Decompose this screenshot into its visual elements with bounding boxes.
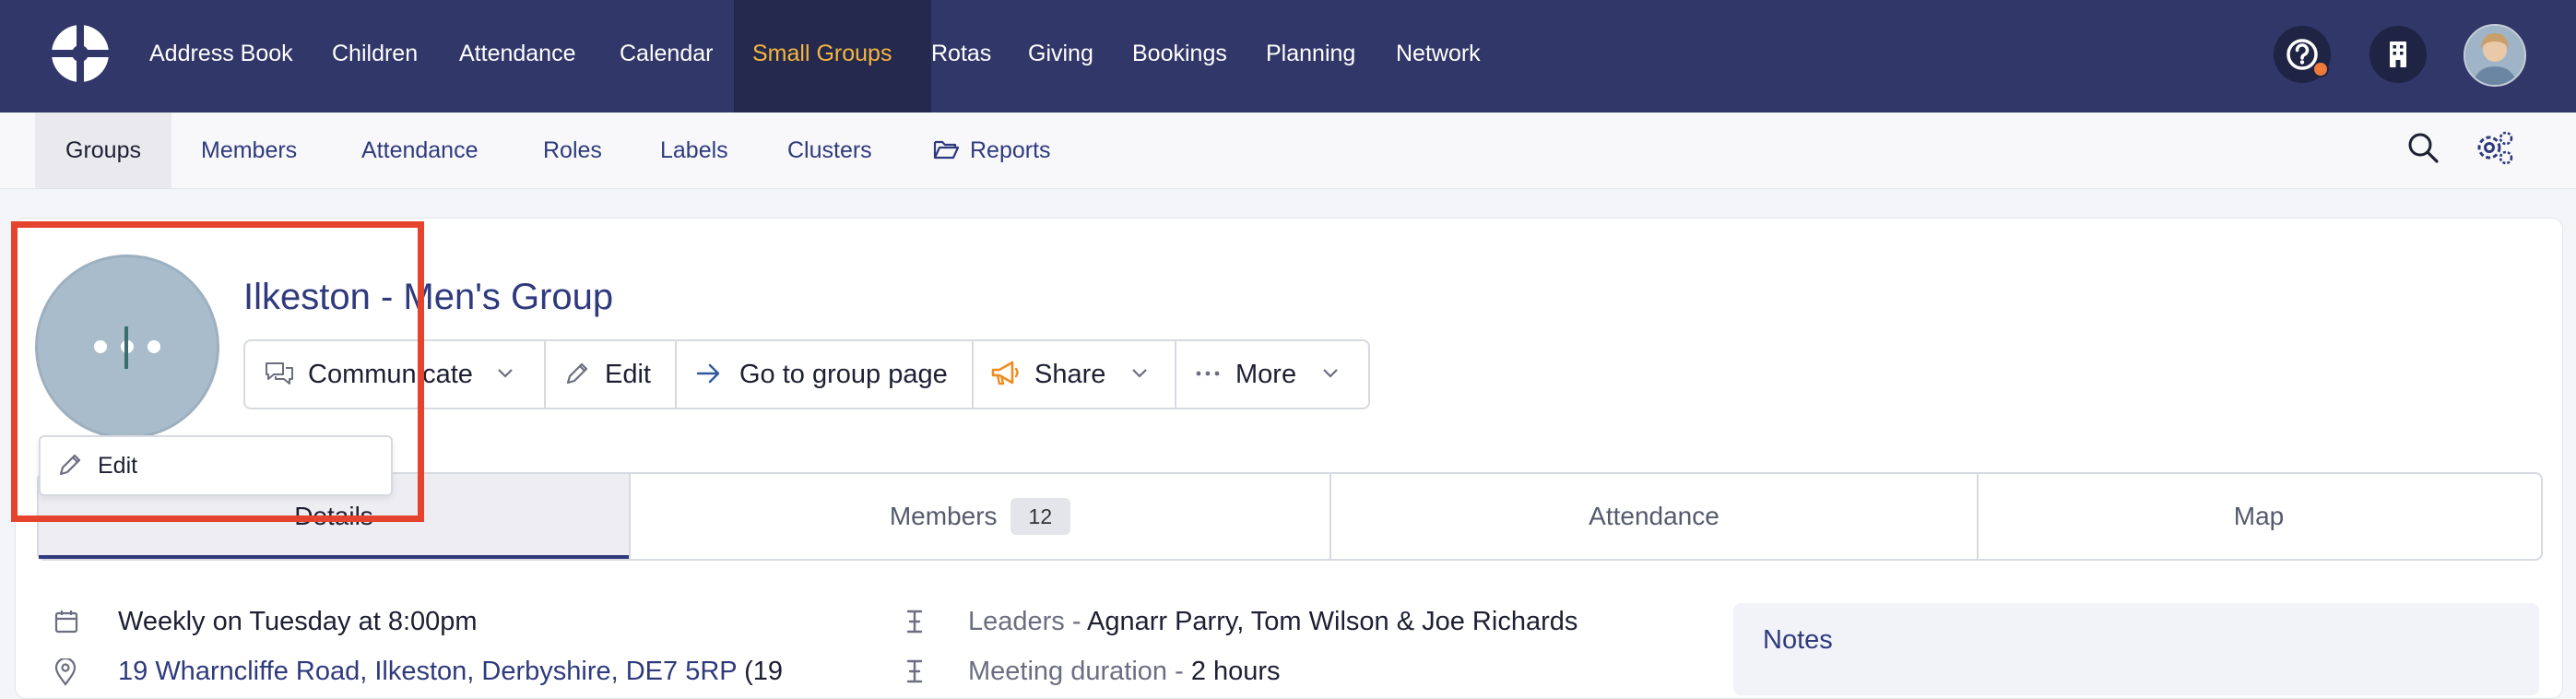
folder-open-icon [933, 141, 959, 160]
edit-label: Edit [605, 360, 651, 389]
app-logo-icon[interactable] [49, 22, 112, 85]
group-avatar-placeholder-icon [94, 326, 160, 369]
edit-group-button[interactable]: Edit [564, 341, 651, 408]
share-label: Share [1034, 360, 1106, 389]
subnav-members[interactable]: Members [201, 113, 297, 188]
ellipsis-icon [1196, 371, 1220, 376]
action-divider [544, 341, 546, 408]
nav-bookings[interactable]: Bookings [1132, 0, 1227, 113]
search-icon [2408, 133, 2439, 163]
more-label: More [1235, 360, 1297, 389]
leader-icon [906, 610, 923, 634]
group-title: Ilkeston - Men's Group [243, 277, 614, 317]
subnav-clusters[interactable]: Clusters [787, 113, 872, 188]
nav-children[interactable]: Children [332, 0, 418, 113]
notification-dot [2312, 61, 2329, 77]
duration-label: Meeting duration - [968, 657, 1191, 686]
chat-bubbles-icon [266, 362, 293, 385]
organisation-button[interactable] [2369, 26, 2427, 83]
location-pin-icon [54, 658, 77, 686]
nav-network[interactable]: Network [1396, 0, 1481, 113]
megaphone-icon [991, 361, 1019, 385]
nav-calendar[interactable]: Calendar [620, 0, 713, 113]
subnav-labels[interactable]: Labels [660, 113, 728, 188]
pencil-icon [566, 363, 588, 385]
nav-address-book[interactable]: Address Book [149, 0, 293, 113]
tab-attendance[interactable]: Attendance [1331, 474, 1977, 559]
notes-panel: Notes [1733, 603, 2539, 695]
go-to-group-page-label: Go to group page [739, 360, 948, 389]
subnav-roles[interactable]: Roles [543, 113, 602, 188]
action-divider [1175, 341, 1176, 408]
subnav-reports-label: Reports [970, 137, 1051, 163]
communicate-label: Communicate [308, 360, 473, 389]
secondary-nav-bar: Groups Members Attendance Roles Labels C… [0, 113, 2576, 189]
communicate-button[interactable]: Communicate [264, 341, 514, 408]
share-button[interactable]: Share [990, 341, 1148, 408]
nav-attendance[interactable]: Attendance [459, 0, 576, 113]
action-divider [972, 341, 974, 408]
group-action-bar: Communicate Edit Go to group page Share [243, 339, 1370, 409]
leaders-label: Leaders - [968, 607, 1087, 636]
duration-icon [906, 659, 923, 683]
search-button[interactable] [2405, 129, 2441, 166]
arrow-right-icon [696, 364, 720, 384]
address-link[interactable]: 19 Wharncliffe Road, Ilkeston, Derbyshir… [118, 657, 737, 686]
nav-rotas[interactable]: Rotas [931, 0, 991, 113]
tab-map[interactable]: Map [1979, 474, 2539, 559]
go-to-group-page-button[interactable]: Go to group page [695, 341, 948, 408]
action-divider [675, 341, 677, 408]
avatar-edit-label: Edit [98, 453, 138, 479]
settings-button[interactable] [2473, 127, 2515, 168]
duration-value: 2 hours [1190, 657, 1281, 686]
chevron-down-icon [1323, 369, 1338, 378]
subnav-attendance[interactable]: Attendance [361, 113, 479, 188]
user-avatar[interactable] [2464, 24, 2526, 87]
group-leaders: Leaders - Agnarr Parry, Tom Wilson & Joe… [968, 607, 1578, 637]
top-navigation-bar: Address Book Children Attendance Calenda… [0, 0, 2576, 113]
pencil-icon [59, 454, 81, 476]
members-count-badge: 12 [1010, 497, 1071, 535]
nav-small-groups[interactable]: Small Groups [734, 0, 931, 113]
notes-title: Notes [1763, 625, 1833, 655]
group-avatar[interactable] [35, 255, 219, 439]
chevron-down-icon [1132, 369, 1148, 378]
meeting-address: 19 Wharncliffe Road, Ilkeston, Derbyshir… [118, 657, 783, 687]
more-button[interactable]: More [1195, 341, 1339, 408]
tab-members-label: Members [889, 502, 998, 530]
meeting-duration: Meeting duration - 2 hours [968, 657, 1281, 687]
subnav-reports[interactable]: Reports [933, 113, 1051, 188]
chevron-down-icon [498, 369, 513, 378]
meeting-schedule: Weekly on Tuesday at 8:00pm [118, 607, 478, 636]
tab-members[interactable]: Members 12 [631, 474, 1329, 559]
gears-icon [2477, 131, 2513, 165]
nav-giving[interactable]: Giving [1028, 0, 1093, 113]
leaders-names: Agnarr Parry, Tom Wilson & Joe Richards [1086, 607, 1578, 636]
calendar-icon [54, 610, 78, 634]
nav-planning[interactable]: Planning [1266, 0, 1355, 113]
address-suffix: (19 [744, 657, 784, 686]
subnav-groups[interactable]: Groups [35, 113, 171, 188]
avatar-edit-popover[interactable]: Edit [39, 435, 393, 496]
group-tabs: Details Members 12 Attendance Map [37, 472, 2543, 561]
building-icon [2390, 41, 2406, 67]
